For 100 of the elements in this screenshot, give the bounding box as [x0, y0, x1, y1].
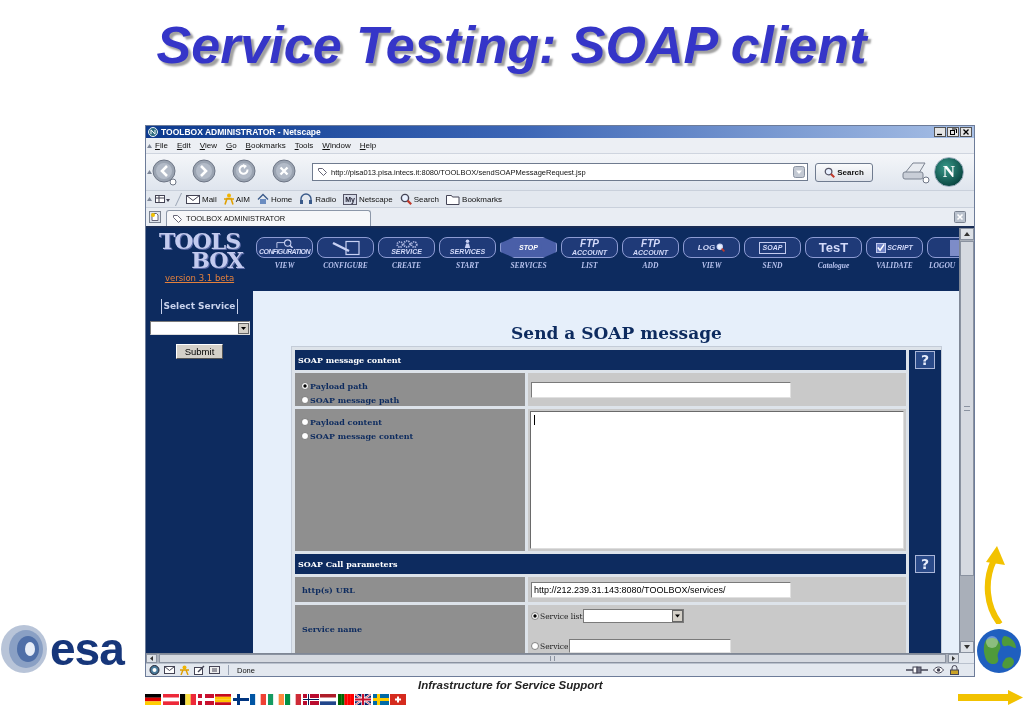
scroll-down-icon[interactable]	[960, 641, 974, 653]
sidebar-heading: Select Service	[160, 299, 239, 314]
toolbar-link[interactable]: Mail	[186, 193, 217, 205]
checkbox-icon	[876, 242, 887, 253]
envelope-icon	[186, 193, 200, 205]
close-tab-icon[interactable]	[954, 211, 966, 223]
flag-icon	[337, 694, 354, 705]
radio-button[interactable]	[301, 432, 309, 440]
flag-icon	[215, 694, 231, 705]
footer-text: Infrastructure for Service Support	[418, 679, 603, 691]
flag-icon	[390, 694, 406, 705]
pen-icon[interactable]	[194, 665, 205, 675]
new-tab-icon[interactable]	[149, 211, 161, 223]
flag-icon	[267, 694, 284, 705]
menu-item[interactable]: Edit	[176, 141, 191, 150]
radio-label: SOAP message content	[310, 430, 414, 443]
flag-icon	[197, 694, 214, 705]
radio-label: Payload path	[310, 380, 368, 393]
help-button[interactable]: ?	[915, 555, 935, 573]
flag-icon	[355, 694, 371, 705]
toolbar-link[interactable]: AIM	[223, 193, 250, 205]
window-title: TOOLBOX ADMINISTRATOR - Netscape	[161, 126, 322, 138]
magnifier-icon	[399, 193, 412, 205]
printer-icon[interactable]	[901, 159, 931, 185]
scroll-left-icon[interactable]	[146, 654, 157, 663]
minimize-icon[interactable]	[934, 127, 946, 137]
menu-item[interactable]: View	[199, 141, 217, 150]
menu-item[interactable]: Tools	[294, 141, 314, 150]
radio-button[interactable]	[531, 642, 539, 650]
radio-button[interactable]	[531, 612, 539, 620]
submit-button[interactable]: Submit	[175, 344, 224, 359]
plug-icon[interactable]	[906, 666, 928, 674]
search-icon	[824, 166, 836, 178]
tag-icon	[318, 168, 327, 176]
tag-icon	[173, 214, 182, 223]
toolbar-link[interactable]: Search	[399, 193, 440, 205]
vertical-scrollbar[interactable]	[959, 228, 974, 653]
page-heading: Send a SOAP message	[511, 323, 722, 343]
section-header: SOAP Call parameters	[295, 554, 906, 574]
tabs-icon[interactable]	[155, 194, 171, 204]
toolbar-link[interactable]: Radio	[299, 193, 337, 205]
menu-item[interactable]: Go	[225, 141, 237, 150]
person-icon	[223, 193, 234, 205]
close-icon[interactable]	[960, 127, 972, 137]
headphones-icon	[299, 193, 314, 205]
search-button[interactable]: Search	[815, 162, 873, 182]
field-label: Service name	[295, 605, 525, 653]
select-field[interactable]	[583, 609, 685, 623]
text-field[interactable]: http://212.239.31.143:8080/TOOLBOX/services/	[531, 581, 791, 598]
restore-icon[interactable]	[947, 127, 959, 137]
envelope-icon[interactable]	[164, 665, 175, 675]
flag-icon	[372, 694, 389, 705]
radio-button[interactable]	[301, 396, 309, 404]
reload-icon[interactable]	[232, 158, 258, 186]
stop-icon[interactable]	[272, 158, 298, 186]
field-label: http(s) URL	[295, 577, 525, 602]
toolbar-link[interactable]: Bookmarks	[446, 193, 503, 205]
menu-item[interactable]: Window	[322, 141, 351, 150]
back-icon[interactable]	[152, 158, 178, 186]
radio-button[interactable]	[301, 418, 309, 426]
toolbar-grip-icon[interactable]	[147, 170, 152, 174]
menu-item[interactable]: Bookmarks	[245, 141, 286, 150]
menu-item[interactable]: File	[155, 141, 168, 150]
house-icon	[256, 193, 269, 205]
logo-text: BOX	[191, 251, 243, 270]
magnifier-icon	[275, 239, 294, 248]
padlock-icon[interactable]	[949, 665, 960, 675]
menu-item[interactable]: Help	[359, 141, 377, 150]
flag-icon	[232, 694, 249, 705]
browser-logo[interactable]: N	[934, 157, 964, 187]
toolbar-grip-icon[interactable]	[147, 197, 152, 201]
toolbar-link[interactable]: Home	[256, 193, 293, 205]
scroll-right-icon[interactable]	[948, 654, 959, 663]
magnifier-icon	[716, 243, 726, 252]
arrow-drawing	[958, 690, 1023, 706]
help-button[interactable]: ?	[915, 351, 935, 369]
card-icon[interactable]	[209, 665, 220, 675]
scroll-up-icon[interactable]	[960, 228, 974, 240]
radio-label: SOAP message path	[310, 394, 400, 407]
scroll-thumb[interactable]	[960, 241, 974, 576]
radio-label: Payload content	[310, 416, 382, 429]
radio-button[interactable]	[301, 382, 309, 390]
section-header: SOAP message content	[295, 350, 906, 370]
forward-icon[interactable]	[192, 158, 218, 186]
flag-icon	[250, 694, 266, 705]
logo-text: TOOLS	[158, 232, 241, 251]
flag-icon	[285, 694, 301, 705]
text-field[interactable]	[531, 381, 791, 398]
service-select[interactable]	[149, 321, 250, 335]
gears-icon	[393, 239, 420, 248]
flag-icon	[180, 694, 196, 705]
text-field[interactable]	[569, 639, 732, 653]
round-icon[interactable]	[149, 665, 160, 675]
emblem-icon	[0, 624, 48, 674]
eye-icon[interactable]	[933, 665, 944, 675]
figure-icon	[463, 239, 472, 248]
flag-icon	[145, 694, 161, 705]
toolbar-grip-icon[interactable]	[147, 143, 152, 148]
flag-icon	[320, 694, 336, 705]
version-link[interactable]: version 3.1 beta	[164, 273, 235, 283]
